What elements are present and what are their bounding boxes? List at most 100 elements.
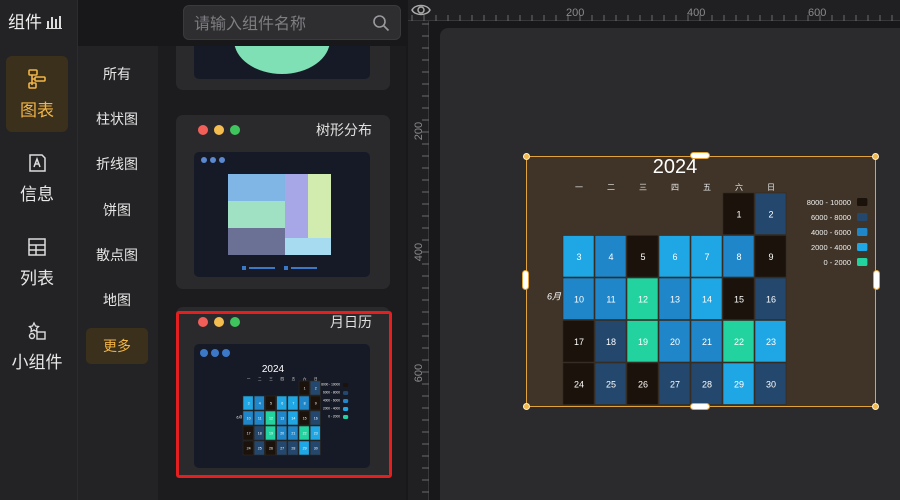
resize-handle-top-left[interactable]: [523, 153, 530, 160]
search-box: [183, 5, 401, 40]
category-bar[interactable]: 柱状图: [86, 101, 148, 137]
legend-label: 0 - 2000: [823, 258, 851, 267]
yellow-dot-icon: [214, 125, 224, 135]
sidebar-item-info[interactable]: 信息: [6, 140, 68, 216]
weekday-label: 一: [575, 183, 583, 192]
component-card-calendar[interactable]: 月日历 2024 一二三四五六日 1 2 3 4 5 6 7 8 9 10 11 12 13 14 15 16 1…: [176, 307, 390, 477]
window-dots: [198, 125, 240, 135]
legend-swatch: [343, 407, 349, 411]
calendar-day-label: 23: [314, 432, 318, 436]
legend-swatch: [343, 399, 349, 403]
bar-chart-icon[interactable]: [46, 14, 62, 29]
calendar-day-label: 22: [734, 337, 744, 347]
resize-handle-right[interactable]: [873, 270, 880, 290]
month-label: 6月: [236, 416, 242, 420]
calendar-day-label: 17: [247, 432, 251, 436]
calendar-day-label: 12: [269, 417, 273, 421]
ruler-label: 600: [413, 364, 425, 382]
chart-flow-icon: [28, 68, 46, 89]
resize-handle-bottom[interactable]: [690, 403, 710, 410]
calendar-day-label: 21: [291, 432, 295, 436]
category-all[interactable]: 所有: [86, 56, 148, 92]
calendar-day-label: 13: [670, 294, 680, 304]
treemap-preview-icon: [201, 157, 331, 270]
ruler-ticks-top: 200 400 600: [411, 7, 893, 21]
card-thumbnail: 2024 一二三四五六日 1 2 3 4 5 6 7 8 9 10 11 12 13 14 15 16 17 18 1…: [194, 344, 370, 468]
calendar-day-label: 28: [291, 447, 295, 451]
resize-handle-bottom-right[interactable]: [872, 403, 879, 410]
calendar-day-label: 19: [269, 432, 273, 436]
calendar-day-label: 16: [314, 417, 318, 421]
category-more[interactable]: 更多: [86, 328, 148, 364]
table-icon: [28, 237, 46, 256]
calendar-day-label: 4: [608, 252, 613, 262]
red-dot-icon: [198, 317, 208, 327]
calendar-day-label: 11: [606, 294, 615, 304]
search-input[interactable]: [194, 11, 364, 35]
text-info-icon: [29, 153, 46, 172]
calendar-day-label: 29: [734, 379, 744, 389]
legend-swatch: [343, 383, 349, 387]
calendar-day-label: 20: [280, 432, 284, 436]
yellow-dot-icon: [214, 317, 224, 327]
resize-handle-top-right[interactable]: [872, 153, 879, 160]
resize-handle-bottom-left[interactable]: [523, 403, 530, 410]
legend-swatch: [857, 228, 868, 236]
legend-swatch: [857, 198, 868, 206]
legend-label: 4000 - 6000: [811, 228, 851, 237]
calendar-day-label: 25: [606, 379, 616, 389]
calendar-day-label: 6: [281, 402, 283, 406]
weekday-label: 三: [269, 377, 273, 381]
calendar-day-label: 18: [606, 337, 616, 347]
card-thumbnail: [194, 46, 370, 79]
sidebar-item-label: 列表: [20, 268, 54, 289]
calendar-day-label: 6: [672, 252, 677, 262]
widgets-icon: [28, 321, 46, 340]
calendar-day-label: 28: [702, 379, 712, 389]
category-scatter[interactable]: 散点图: [86, 237, 148, 273]
calendar-day-label: 9: [768, 252, 773, 262]
calendar-day-label: 14: [291, 417, 295, 421]
sidebar-item-widgets[interactable]: 小组件: [6, 308, 68, 384]
ruler-label: 600: [808, 7, 826, 19]
calendar-day-label: 12: [638, 294, 648, 304]
search-icon[interactable]: [372, 14, 390, 32]
sidebar-item-chart[interactable]: 图表: [6, 56, 68, 132]
sidebar-item-list[interactable]: 列表: [6, 224, 68, 300]
card-title: 月日历: [330, 315, 372, 331]
calendar-day-label: 27: [670, 379, 680, 389]
ruler-horizontal: 200 400 600: [408, 0, 900, 21]
resize-handle-left[interactable]: [522, 270, 529, 290]
legend-swatch: [343, 415, 349, 419]
calendar-widget[interactable]: 2024 一二三四五六日 1 2 3 4 5 6 7 8 9 10 11 12 13 14 15 16 17 18 1…: [526, 156, 876, 407]
calendar-day-label: 30: [766, 379, 776, 389]
eye-icon[interactable]: [410, 0, 432, 20]
component-card-partial[interactable]: [176, 46, 390, 90]
category-pie[interactable]: 饼图: [86, 192, 148, 228]
legend-label: 4000 - 6000: [323, 399, 340, 403]
calendar-day-label: 5: [270, 402, 272, 406]
calendar-day-label: 3: [576, 252, 581, 262]
calendar-day-label: 10: [574, 294, 584, 304]
legend-label: 6000 - 8000: [323, 391, 340, 395]
calendar-day-label: 11: [258, 417, 262, 421]
ruler-label: 400: [413, 243, 425, 261]
resize-handle-top[interactable]: [690, 152, 710, 159]
calendar-day-label: 2: [768, 209, 773, 219]
calendar-day-label: 20: [670, 337, 680, 347]
legend-label: 2000 - 4000: [811, 243, 851, 252]
weekday-label: 五: [292, 377, 296, 381]
window-dots: [198, 317, 240, 327]
green-dot-icon: [230, 317, 240, 327]
calendar-day-label: 15: [734, 294, 744, 304]
category-line[interactable]: 折线图: [86, 146, 148, 182]
card-title: 树形分布: [316, 123, 372, 139]
ruler-label: 200: [566, 7, 584, 19]
sidebar-item-label: 信息: [20, 184, 54, 205]
calendar-preview-icon: 2024 一二三四五六日1 23 4 5 6 7 8 910 11 12 13 14 15 1617 18 1…: [200, 349, 349, 456]
component-card-treemap[interactable]: 树形分布: [176, 115, 390, 289]
legend-label: 0 - 2000: [328, 415, 340, 419]
category-map[interactable]: 地图: [86, 282, 148, 318]
calendar-day-label: 1: [736, 209, 741, 219]
calendar-day-label: 4: [259, 402, 261, 406]
